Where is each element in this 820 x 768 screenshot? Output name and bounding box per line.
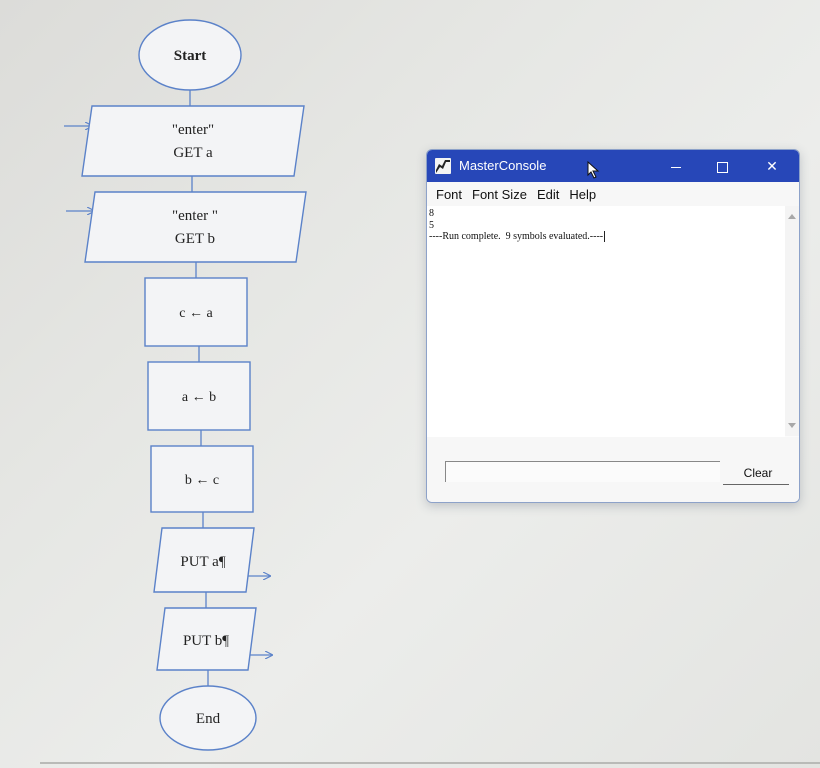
minimize-icon — [671, 166, 681, 168]
menu-edit[interactable]: Edit — [532, 187, 564, 202]
menu-help[interactable]: Help — [564, 187, 601, 202]
screen-edge-line — [40, 762, 820, 764]
close-icon: ✕ — [766, 158, 778, 174]
output-scrollbar[interactable] — [785, 206, 799, 436]
menu-font-size[interactable]: Font Size — [467, 187, 532, 202]
put-b-label: PUT b¶ — [183, 633, 229, 649]
input-a-prompt: "enter" — [172, 122, 214, 138]
assign-c-label: c ← a — [179, 306, 213, 321]
output-line: 5 — [429, 219, 434, 231]
console-output[interactable]: 8 5 ----Run complete. 9 symbols evaluate… — [427, 206, 785, 438]
scroll-up-icon[interactable] — [788, 214, 796, 219]
output-line: 8 — [429, 208, 434, 219]
console-title: MasterConsole — [459, 158, 547, 173]
minimize-button[interactable] — [653, 150, 699, 182]
close-button[interactable]: ✕ — [749, 150, 795, 182]
input-a-get-label: GET a — [173, 145, 213, 161]
assign-a-label: a ← b — [182, 390, 216, 405]
console-input[interactable] — [445, 461, 720, 482]
input-parallelogram-b — [84, 191, 307, 263]
run-complete-text: ----Run complete. 9 symbols evaluated.--… — [429, 231, 604, 242]
scroll-down-icon[interactable] — [788, 423, 796, 428]
menu-font[interactable]: Font — [431, 187, 467, 202]
console-titlebar[interactable]: MasterConsole ✕ — [427, 150, 799, 182]
end-label: End — [196, 711, 221, 727]
input-b-get-label: GET b — [175, 231, 215, 247]
maximize-button[interactable] — [699, 150, 745, 182]
output-line-status: ----Run complete. 9 symbols evaluated.--… — [429, 231, 785, 243]
put-a-label: PUT a¶ — [180, 554, 225, 570]
mouse-pointer-icon — [587, 160, 601, 179]
masterconsole-window: MasterConsole ✕ Font Font Size Edit Help… — [426, 149, 800, 503]
assign-b-label: b ← c — [185, 473, 219, 488]
console-menubar: Font Font Size Edit Help — [427, 182, 799, 206]
text-caret — [604, 231, 606, 242]
maximize-icon — [716, 161, 728, 173]
flowchart: Start "enter" GET b GET a "enter " GET b… — [64, 19, 307, 751]
start-label: Start — [174, 48, 207, 64]
masterconsole-app-icon — [435, 158, 451, 174]
input-parallelogram-a — [81, 105, 305, 177]
clear-button[interactable]: Clear — [723, 461, 789, 485]
console-input-area: Clear — [427, 437, 799, 502]
input-b-prompt: "enter " — [172, 208, 218, 224]
